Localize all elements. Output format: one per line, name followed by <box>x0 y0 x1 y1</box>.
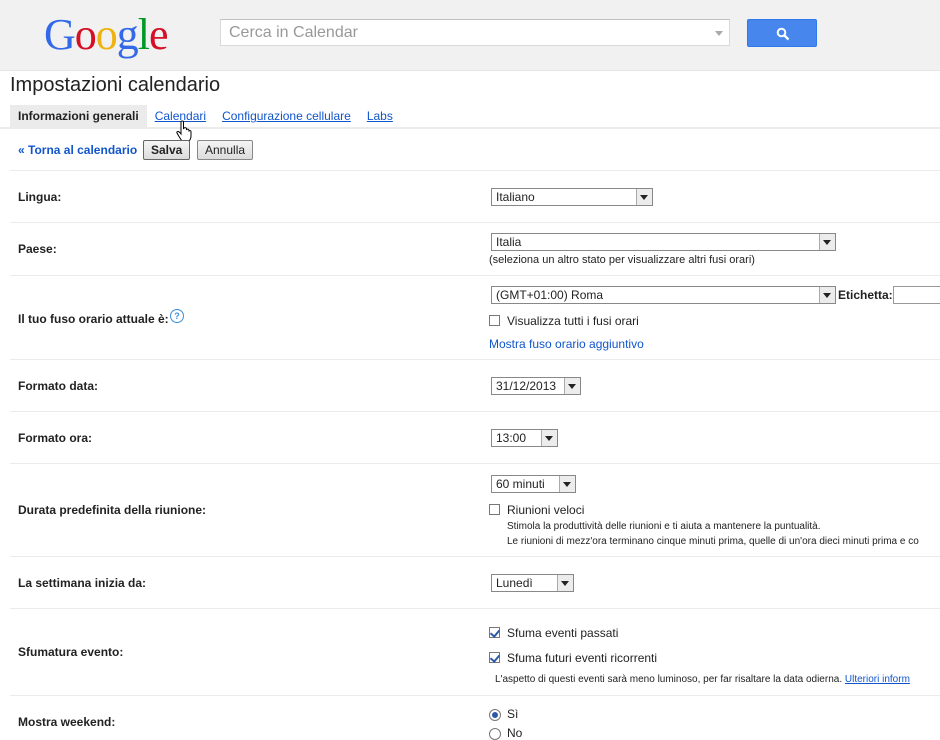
date-format-value: 31/12/2013 <box>496 379 557 393</box>
show-weekends-label: Mostra weekend: <box>18 715 116 729</box>
timezone-label: Il tuo fuso orario attuale è: <box>18 312 169 326</box>
divider <box>10 556 940 557</box>
divider <box>10 463 940 464</box>
event-dimming-note: L'aspetto di questi eventi sarà meno lum… <box>495 674 910 685</box>
chevron-down-icon <box>564 378 580 394</box>
show-weekends-no-radio[interactable] <box>489 728 501 740</box>
top-bar: Google <box>0 0 940 71</box>
cancel-button[interactable]: Annulla <box>197 140 254 160</box>
dim-future-recurring-checkbox[interactable] <box>489 652 500 663</box>
week-start-select[interactable]: Lunedì <box>491 574 574 592</box>
time-format-label: Formato ora: <box>18 431 93 445</box>
show-weekends-no-label: No <box>507 726 523 740</box>
search-button[interactable] <box>747 19 817 47</box>
chevron-down-icon <box>819 287 835 303</box>
search-icon <box>776 27 790 41</box>
week-start-label: La settimana inizia da: <box>18 576 147 590</box>
tab-general[interactable]: Informazioni generali <box>10 105 147 127</box>
save-button[interactable]: Salva <box>143 140 191 160</box>
time-format-value: 13:00 <box>496 431 527 445</box>
show-weekends-yes-label: Sì <box>507 707 519 721</box>
date-format-select[interactable]: 31/12/2013 <box>491 377 581 395</box>
country-select[interactable]: Italia <box>491 233 836 251</box>
settings-tabs: Informazioni generali Calendari Configur… <box>10 105 401 127</box>
chevron-down-icon <box>557 575 573 591</box>
show-weekends-yes-radio[interactable] <box>489 709 501 721</box>
show-additional-timezone-link[interactable]: Mostra fuso orario aggiuntivo <box>489 337 644 351</box>
chevron-down-icon <box>559 476 575 492</box>
event-dimming-note-text: L'aspetto di questi eventi sarà meno lum… <box>495 674 843 685</box>
divider <box>10 695 940 696</box>
language-value: Italiano <box>496 190 535 204</box>
divider <box>10 359 940 360</box>
meeting-duration-value: 60 minuti <box>496 477 545 491</box>
tab-divider <box>0 127 940 129</box>
language-select[interactable]: Italiano <box>491 188 653 206</box>
tab-mobile-setup[interactable]: Configurazione cellulare <box>214 105 359 127</box>
google-logo[interactable]: Google <box>44 10 169 60</box>
speedy-meetings-description: Le riunioni di mezz'ora terminano cinque… <box>507 536 919 547</box>
page-title: Impostazioni calendario <box>10 74 221 96</box>
country-label: Paese: <box>18 242 57 256</box>
speedy-meetings-description: Stimola la produttività delle riunioni e… <box>507 521 821 532</box>
language-label: Lingua: <box>18 190 62 204</box>
logo-letter: G <box>44 10 76 59</box>
divider <box>10 275 940 276</box>
logo-letter: o <box>95 10 118 59</box>
tab-labs[interactable]: Labs <box>359 105 401 127</box>
logo-letter: l <box>137 10 150 59</box>
back-to-calendar-link[interactable]: « Torna al calendario <box>18 143 137 157</box>
country-hint: (seleziona un altro stato per visualizza… <box>489 254 755 266</box>
timezone-tag-label: Etichetta: <box>838 288 893 302</box>
learn-more-link[interactable]: Ulteriori inform <box>845 674 910 685</box>
dim-future-recurring-label: Sfuma futuri eventi ricorrenti <box>507 651 658 665</box>
dim-past-events-label: Sfuma eventi passati <box>507 626 619 640</box>
meeting-duration-select[interactable]: 60 minuti <box>491 475 576 493</box>
speedy-meetings-checkbox[interactable] <box>489 504 500 515</box>
hand-cursor-icon <box>176 120 192 142</box>
timezone-tag-input[interactable] <box>893 286 940 304</box>
logo-letter: e <box>149 10 169 59</box>
chevron-down-icon <box>819 234 835 250</box>
search-options-chevron-down-icon[interactable] <box>715 31 723 36</box>
speedy-meetings-label: Riunioni veloci <box>507 503 585 517</box>
logo-letter: o <box>74 10 97 59</box>
divider <box>10 170 940 171</box>
divider <box>10 608 940 609</box>
week-start-value: Lunedì <box>496 576 533 590</box>
meeting-duration-label: Durata predefinita della riunione: <box>18 503 207 517</box>
show-all-timezones-checkbox[interactable] <box>489 315 500 326</box>
show-all-timezones-label: Visualizza tutti i fusi orari <box>507 314 639 328</box>
country-value: Italia <box>496 235 522 249</box>
chevron-down-icon <box>541 430 557 446</box>
dim-past-events-checkbox[interactable] <box>489 627 500 638</box>
time-format-select[interactable]: 13:00 <box>491 429 558 447</box>
timezone-value: (GMT+01:00) Roma <box>496 288 604 302</box>
date-format-label: Formato data: <box>18 379 99 393</box>
timezone-select[interactable]: (GMT+01:00) Roma <box>491 286 836 304</box>
search-input[interactable] <box>221 20 717 45</box>
divider <box>10 411 940 412</box>
chevron-down-icon <box>636 189 652 205</box>
search-box[interactable] <box>220 19 730 46</box>
divider <box>10 222 940 223</box>
logo-letter: g <box>116 10 139 59</box>
help-icon[interactable]: ? <box>170 309 184 323</box>
event-dimming-label: Sfumatura evento: <box>18 645 124 659</box>
